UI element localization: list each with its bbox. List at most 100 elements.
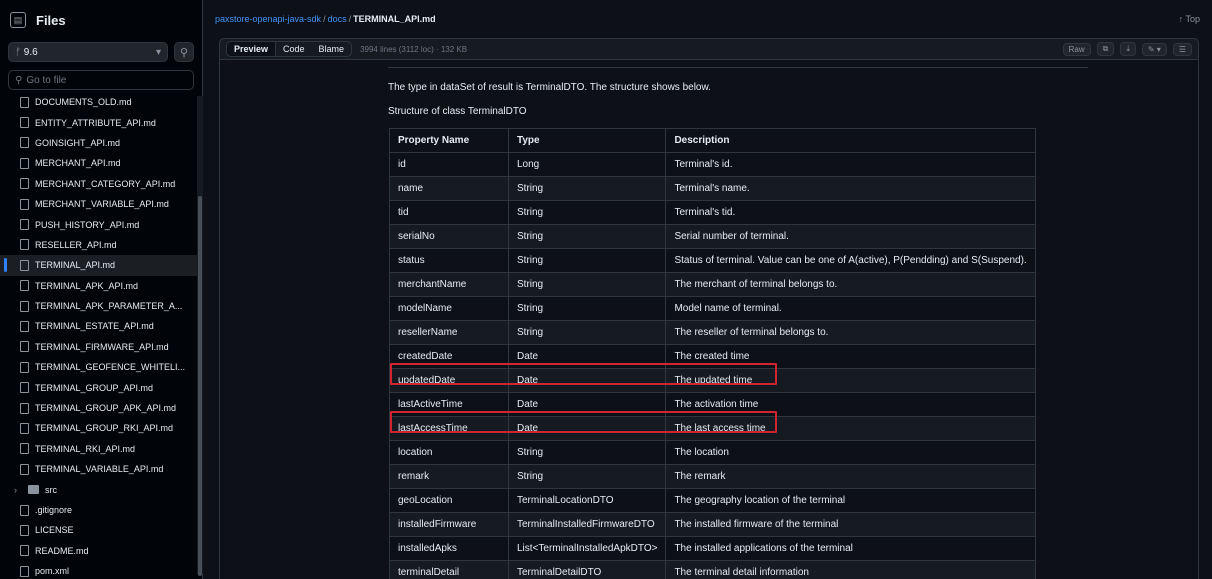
sidebar-item-label: ENTITY_ATTRIBUTE_API.md <box>35 117 156 128</box>
branch-name: 9.6 <box>23 46 38 58</box>
breadcrumb-folder-link[interactable]: docs <box>328 14 347 24</box>
sidebar-file-item[interactable]: PUSH_HISTORY_API.md <box>0 214 200 234</box>
sidebar-file-item[interactable]: TERMINAL_RKI_API.md <box>0 439 200 459</box>
sidebar-file-item[interactable]: MERCHANT_API.md <box>0 153 200 173</box>
sidebar-item-label: pom.xml <box>35 566 70 577</box>
sidebar-folder-item[interactable]: › src <box>0 479 200 499</box>
sidebar-file-item[interactable]: TERMINAL_ESTATE_API.md <box>0 316 200 336</box>
raw-button[interactable]: Raw <box>1062 42 1091 56</box>
sidebar-item-label: LICENSE <box>35 525 74 536</box>
table-row: serialNo String Serial number of terminal. <box>389 224 1036 249</box>
table-row: tid String Terminal's tid. <box>389 200 1036 225</box>
sidebar-file-item[interactable]: TERMINAL_APK_API.md <box>0 276 200 296</box>
sidebar-file-item[interactable]: MERCHANT_CATEGORY_API.md <box>0 174 200 194</box>
edit-icon[interactable]: ✎ ▾ <box>1141 42 1167 56</box>
table-row: geoLocation TerminalLocationDTO The geogra… <box>389 488 1036 513</box>
sidebar-item-label: .gitignore <box>35 505 73 515</box>
type-cell: String <box>507 200 667 225</box>
sidebar-item-label: TERMINAL_GROUP_APK_API.md <box>35 403 177 414</box>
description-cell: The location <box>665 440 1036 465</box>
property-name-cell: updatedDate <box>389 368 509 393</box>
property-name-cell: merchantName <box>389 272 509 297</box>
type-cell: String <box>507 464 667 489</box>
collapse-sidebar-icon[interactable]: ▤ <box>10 12 26 28</box>
sidebar-file-item[interactable]: ENTITY_ATTRIBUTE_API.md <box>0 112 200 132</box>
sidebar-file-item[interactable]: DOCUMENTS_OLD.md <box>0 92 200 112</box>
description-cell: Terminal's id. <box>665 152 1036 177</box>
branch-selector[interactable]: ᚠ 9.6 ▾ <box>8 42 168 62</box>
file-icon <box>20 504 29 516</box>
sidebar-file-item[interactable]: pom.xml <box>0 561 200 579</box>
file-icon <box>20 137 29 149</box>
table-row: status String Status of terminal. Value ca… <box>389 248 1036 273</box>
description-cell: The installed firmware of the terminal <box>665 512 1036 537</box>
table-row: installedApks List<TerminalInstalledApkDT… <box>389 536 1036 561</box>
file-icon <box>20 117 29 129</box>
file-tree: DOCUMENTS_OLD.md ENTITY_ATTRIBUTE_API.md G… <box>0 92 200 579</box>
sidebar-file-item[interactable]: TERMINAL_GEOFENCE_WHITELI... <box>0 357 200 377</box>
sidebar-item-label: TERMINAL_APK_API.md <box>35 280 139 291</box>
property-name-cell: geoLocation <box>389 488 509 513</box>
tab-code[interactable]: Code <box>276 42 312 56</box>
copy-icon[interactable]: ⧉ <box>1096 42 1115 56</box>
description-cell: The created time <box>665 344 1036 369</box>
property-name-cell: serialNo <box>389 224 509 249</box>
sidebar-file-item[interactable]: TERMINAL_GROUP_RKI_API.md <box>0 418 200 438</box>
table-row: id Long Terminal's id. <box>389 152 1036 177</box>
go-to-file-input[interactable]: ⚲ Go to file <box>8 70 194 90</box>
sidebar-file-item[interactable]: TERMINAL_GROUP_API.md <box>0 377 200 397</box>
type-cell: List<TerminalInstalledApkDTO> <box>507 536 667 561</box>
sidebar-file-item[interactable]: RESELLER_API.md <box>0 235 200 255</box>
property-name-cell: id <box>389 152 509 177</box>
sidebar-file-item[interactable]: TERMINAL_API.md <box>0 255 200 276</box>
sidebar-item-label: RESELLER_API.md <box>35 239 117 250</box>
main-pane: paxstore-openapi-java-sdk / docs / TERMINAL_… <box>203 0 1212 579</box>
sidebar-file-item[interactable]: TERMINAL_APK_PARAMETER_A... <box>0 296 200 316</box>
property-name-cell: location <box>389 440 509 465</box>
table-row: lastAccessTime Date The last access time <box>389 416 1036 441</box>
sidebar-file-item[interactable]: README.md <box>0 541 200 561</box>
sidebar-file-item[interactable]: .gitignore <box>0 500 200 520</box>
description-cell: Terminal's name. <box>665 176 1036 201</box>
table-row: terminalDetail TerminalDetailDTO The termi… <box>389 560 1036 579</box>
sidebar-file-item[interactable]: TERMINAL_GROUP_APK_API.md <box>0 398 200 418</box>
type-cell: String <box>507 320 667 345</box>
go-to-file-placeholder: Go to file <box>26 74 67 86</box>
file-toolbar: Raw ⧉ ⤓ ✎ ▾ ☰ <box>1062 42 1192 56</box>
view-mode-tabs: Preview Code Blame <box>226 41 353 57</box>
table-row: createdDate Date The created time <box>389 344 1036 369</box>
file-icon <box>20 198 29 210</box>
file-sidebar: ▤ Files ᚠ 9.6 ▾ ⚲ ⚲ Go to file DOCUMENTS… <box>0 0 203 579</box>
table-row: resellerName String The reseller of termin… <box>389 320 1036 345</box>
table-row: merchantName String The merchant of termin… <box>389 272 1036 297</box>
search-button[interactable]: ⚲ <box>174 42 194 62</box>
description-cell: The activation time <box>665 392 1036 417</box>
outline-icon[interactable]: ☰ <box>1172 42 1192 56</box>
file-icon <box>20 341 29 353</box>
sidebar-item-label: PUSH_HISTORY_API.md <box>35 219 140 230</box>
tab-blame[interactable]: Blame <box>312 42 352 56</box>
table-row: remark String The remark <box>389 464 1036 489</box>
sidebar-file-item[interactable]: GOINSIGHT_API.md <box>0 133 200 153</box>
search-icon: ⚲ <box>15 74 23 86</box>
sidebar-scroll-thumb[interactable] <box>198 196 202 576</box>
sidebar-item-label: TERMINAL_RKI_API.md <box>35 443 136 454</box>
type-cell: String <box>507 440 667 465</box>
type-cell: Date <box>507 344 667 369</box>
sidebar-item-label: TERMINAL_FIRMWARE_API.md <box>35 341 169 352</box>
property-name-cell: installedApks <box>389 536 509 561</box>
type-cell: String <box>507 296 667 321</box>
sidebar-file-item[interactable]: TERMINAL_FIRMWARE_API.md <box>0 337 200 357</box>
breadcrumb-repo-link[interactable]: paxstore-openapi-java-sdk <box>215 14 321 24</box>
terminal-dto-table: Property Name Type Description id Long Ter… <box>389 128 1036 579</box>
file-icon <box>20 178 29 190</box>
tab-preview[interactable]: Preview <box>227 42 277 56</box>
property-name-cell: resellerName <box>389 320 509 345</box>
type-cell: Date <box>507 416 667 441</box>
download-icon[interactable]: ⤓ <box>1120 42 1136 56</box>
chevron-right-icon[interactable]: › <box>14 485 22 495</box>
sidebar-file-item[interactable]: LICENSE <box>0 520 200 540</box>
sidebar-file-item[interactable]: TERMINAL_VARIABLE_API.md <box>0 459 200 479</box>
sidebar-file-item[interactable]: MERCHANT_VARIABLE_API.md <box>0 194 200 214</box>
top-link[interactable]: ↑ Top <box>1179 14 1200 24</box>
